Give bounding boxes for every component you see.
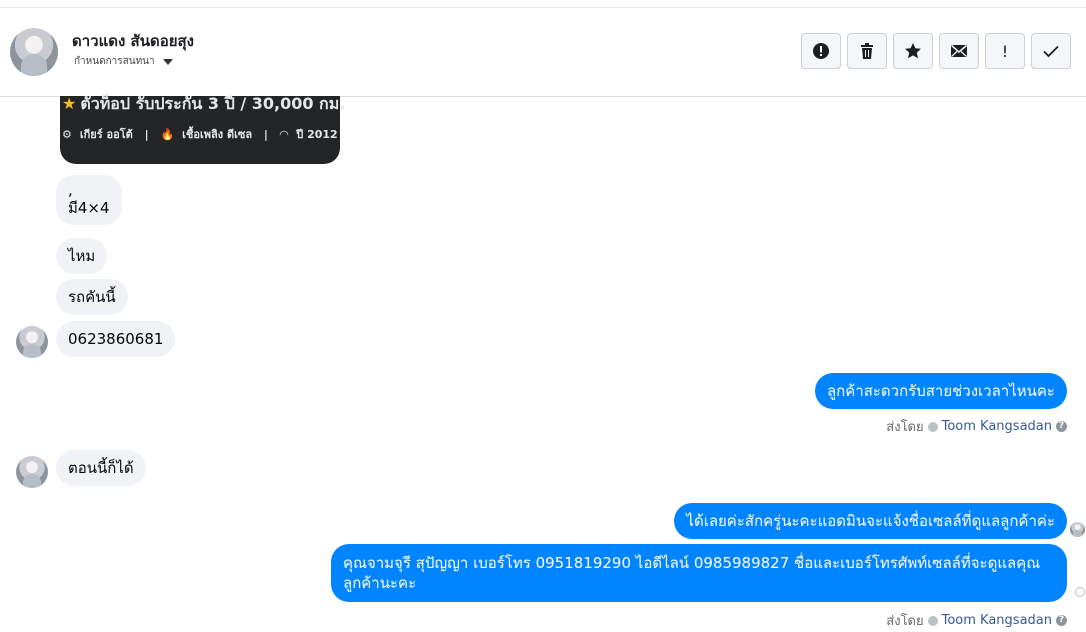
contact-avatar[interactable] — [16, 326, 48, 358]
follow-up-button[interactable]: ! — [985, 33, 1025, 69]
star-button[interactable] — [893, 33, 933, 69]
card-headline-text: ตัวท็อป รับประกัน 3 ปี / 30,000 กม. — [80, 94, 346, 113]
outgoing-message[interactable]: คุณจามจุรี สุปัญญา เบอร์โทร 0951819290 ไ… — [331, 544, 1067, 602]
vehicle-card[interactable]: ★ ตัวท็อป รับประกัน 3 ปี / 30,000 กม. ⚙ เก… — [60, 94, 345, 164]
outgoing-message[interactable]: ได้เลยค่ะสักครู่นะคะแอดมินจะแจ้งชื่อเซลล… — [674, 503, 1067, 539]
delete-button[interactable] — [847, 33, 887, 69]
agent-name[interactable]: Toom Kangsadan — [942, 419, 1052, 434]
sent-by-info: ส่งโดย Toom Kangsadan ? — [886, 416, 1067, 437]
message-text: คุณจามจุรี สุปัญญา เบอร์โทร 0951819290 ไ… — [343, 554, 1041, 572]
card-headline: ★ ตัวท็อป รับประกัน 3 ปี / 30,000 กม. — [62, 92, 345, 117]
fuel-icon: 🔥 — [160, 128, 175, 141]
spec-fuel: เชื้อเพลิง ดีเซล — [182, 128, 253, 141]
gauge-icon: ◠ — [279, 128, 289, 141]
contact-avatar[interactable] — [16, 456, 48, 488]
read-receipt-avatar — [1070, 522, 1085, 537]
message-text: มี4×4 — [68, 199, 110, 217]
trash-icon — [861, 43, 873, 59]
envelope-icon — [951, 44, 967, 57]
mark-unread-button[interactable] — [939, 33, 979, 69]
contact-name[interactable]: ดาวแดง สันดอยสุง — [72, 29, 194, 53]
agent-name[interactable]: Toom Kangsadan — [942, 613, 1052, 628]
incoming-message[interactable]: 0623860681 — [56, 321, 176, 357]
agent-icon — [927, 615, 938, 626]
sent-by-info: ส่งโดย Toom Kangsadan ? — [886, 610, 1067, 631]
incoming-message[interactable]: รถคันนี้ — [56, 279, 128, 315]
spec-year: ปี 2012 — [296, 128, 338, 141]
conversation-label: กำหนดการสนทนา — [74, 56, 155, 67]
check-icon — [1043, 45, 1059, 58]
exclamation-icon: ! — [1001, 41, 1009, 61]
message-text: , — [68, 181, 73, 199]
star-icon — [905, 43, 921, 59]
header-actions: ! — [801, 33, 1071, 69]
card-specs: ⚙ เกียร์ ออโต้ | 🔥 เชื้อเพลิง ดีเซล | ◠ ปี … — [62, 125, 346, 143]
sent-status-icon — [1075, 587, 1085, 597]
gear-icon: ⚙ — [62, 128, 72, 141]
star-icon: ★ — [62, 94, 77, 113]
contact-avatar[interactable] — [10, 28, 58, 76]
incoming-message[interactable]: ไหม — [56, 238, 108, 274]
spec-gear: เกียร์ ออโต้ — [79, 128, 133, 141]
incoming-message[interactable]: , มี4×4 — [56, 175, 122, 225]
sent-by-label: ส่งโดย — [886, 420, 924, 435]
outgoing-message[interactable]: ลูกค้าสะดวกรับสายช่วงเวลาไหนคะ — [814, 373, 1067, 409]
exclamation-circle-icon — [813, 43, 829, 59]
agent-icon — [927, 421, 938, 432]
incoming-message[interactable]: ตอนนี้ก็ได้ — [56, 450, 146, 486]
help-icon[interactable]: ? — [1056, 615, 1067, 626]
spec-divider: | — [144, 128, 149, 141]
message-text: ลูกค้านะคะ — [343, 574, 417, 592]
sent-by-label: ส่งโดย — [886, 614, 924, 629]
help-icon[interactable]: ? — [1056, 421, 1067, 432]
mark-spam-button[interactable] — [801, 33, 841, 69]
conversation-header: ดาวแดง สันดอยสุง กำหนดการสนทนา ! — [0, 8, 1086, 97]
conversation-label-dropdown[interactable]: กำหนดการสนทนา — [74, 54, 173, 69]
mark-done-button[interactable] — [1031, 33, 1071, 69]
spec-divider: | — [263, 128, 268, 141]
chevron-down-icon — [162, 58, 173, 65]
